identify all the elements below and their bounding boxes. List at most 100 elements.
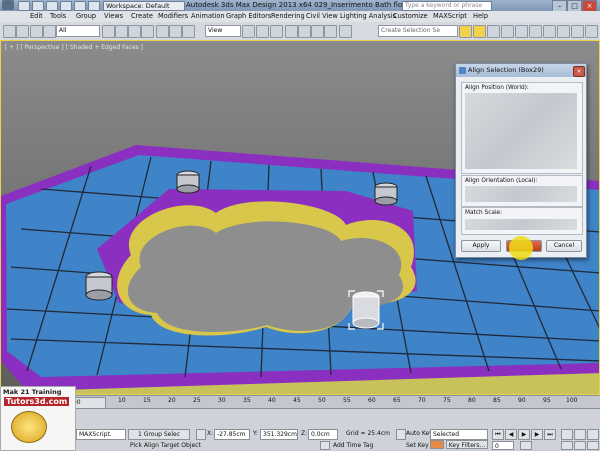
menu-group[interactable]: Group bbox=[76, 11, 96, 22]
z-coordinate-field[interactable]: 0.0cm bbox=[308, 429, 338, 440]
cancel-button[interactable]: Cancel bbox=[546, 240, 582, 252]
key-mode-dropdown[interactable]: Selected bbox=[430, 429, 488, 440]
align-icon[interactable] bbox=[473, 25, 486, 38]
schematic-view-icon[interactable] bbox=[529, 25, 542, 38]
menu-edit[interactable]: Edit bbox=[30, 11, 43, 22]
previous-frame-icon[interactable]: ◀ bbox=[505, 429, 517, 440]
new-file-icon[interactable] bbox=[18, 1, 30, 11]
select-object-icon[interactable] bbox=[102, 25, 115, 38]
window-crossing-icon[interactable] bbox=[141, 25, 154, 38]
cursor-highlight bbox=[509, 236, 533, 260]
menu-rendering[interactable]: Rendering bbox=[271, 11, 305, 22]
set-key-icon[interactable] bbox=[430, 440, 444, 449]
zoom-extents-icon[interactable] bbox=[587, 429, 599, 440]
project-folder-icon[interactable] bbox=[88, 1, 100, 11]
zoom-icon[interactable] bbox=[561, 429, 573, 440]
render-setup-icon[interactable] bbox=[557, 25, 570, 38]
render-production-icon[interactable] bbox=[585, 25, 598, 38]
rendered-frame-icon[interactable] bbox=[571, 25, 584, 38]
save-file-icon[interactable] bbox=[46, 1, 58, 11]
timeline-tick: 90 bbox=[518, 397, 526, 404]
edit-named-selection-icon[interactable] bbox=[339, 25, 352, 38]
go-to-start-icon[interactable]: ⏮ bbox=[492, 429, 504, 440]
lock-selection-icon[interactable] bbox=[196, 429, 206, 440]
select-move-icon[interactable] bbox=[156, 25, 169, 38]
curve-editor-icon[interactable] bbox=[515, 25, 528, 38]
pivot-center-icon[interactable] bbox=[242, 25, 255, 38]
menu-graph-editors[interactable]: Graph Editors bbox=[226, 11, 271, 22]
align-orientation-options[interactable] bbox=[465, 186, 577, 202]
status-bar: MAXScript. 1 Group Selec X: -27.85cm Y: … bbox=[0, 408, 600, 450]
timeline[interactable]: 0 / 100 10 15 20 25 30 35 40 45 50 55 60… bbox=[0, 395, 600, 409]
go-to-end-icon[interactable]: ⏭ bbox=[544, 429, 556, 440]
workspace-dropdown[interactable]: Workspace: Default bbox=[103, 1, 185, 11]
maxscript-listener[interactable]: MAXScript. bbox=[76, 429, 126, 440]
dialog-close-icon[interactable]: × bbox=[573, 66, 585, 77]
menu-customize[interactable]: Customize bbox=[393, 11, 428, 22]
title-bar: Workspace: Default Autodesk 3ds Max Desi… bbox=[0, 0, 600, 12]
align-selection-dialog: Align Selection (Box29) × Align Position… bbox=[455, 63, 587, 258]
selection-filter-dropdown[interactable]: All bbox=[56, 25, 100, 37]
select-scale-icon[interactable] bbox=[182, 25, 195, 38]
zoom-all-icon[interactable] bbox=[574, 429, 586, 440]
align-orientation-group: Align Orientation (Local): bbox=[461, 175, 583, 207]
app-logo-icon[interactable] bbox=[2, 0, 14, 10]
menu-lighting-analysis[interactable]: Lighting Analysis bbox=[340, 11, 396, 22]
add-time-tag[interactable]: Add Time Tag bbox=[333, 442, 373, 449]
key-filters-button[interactable]: Key Filters... bbox=[446, 440, 488, 449]
viewport-label[interactable]: [ + ] [ Perspective ] [ Shaded + Edged F… bbox=[5, 44, 143, 51]
y-coordinate-field[interactable]: 351.329cm bbox=[260, 429, 298, 440]
match-scale-label: Match Scale: bbox=[465, 210, 503, 216]
select-link-icon[interactable] bbox=[30, 25, 43, 38]
material-editor-icon[interactable] bbox=[543, 25, 556, 38]
select-by-name-icon[interactable] bbox=[115, 25, 128, 38]
menu-create[interactable]: Create bbox=[131, 11, 153, 22]
next-frame-icon[interactable]: ▶ bbox=[531, 429, 543, 440]
watermark-line1: Mak 21 Training bbox=[3, 388, 62, 396]
timeline-tick: 100 bbox=[566, 397, 578, 404]
search-input[interactable]: Type a keyword or phrase bbox=[402, 1, 492, 11]
grid-size: Grid = 25.4cm bbox=[346, 430, 390, 437]
timeline-tick: 40 bbox=[268, 397, 276, 404]
apply-button[interactable]: Apply bbox=[461, 240, 501, 252]
align-orientation-label: Align Orientation (Local): bbox=[465, 178, 538, 184]
align-position-options[interactable] bbox=[465, 93, 577, 169]
mirror-icon[interactable] bbox=[459, 25, 472, 38]
dialog-title-bar[interactable]: Align Selection (Box29) × bbox=[456, 64, 586, 77]
timeline-tick: 50 bbox=[318, 397, 326, 404]
manipulate-icon[interactable] bbox=[256, 25, 269, 38]
undo-icon[interactable] bbox=[3, 25, 16, 38]
percent-snap-icon[interactable] bbox=[311, 25, 324, 38]
key-mode-icon[interactable] bbox=[396, 429, 406, 440]
named-selection-input[interactable]: Create Selection Se bbox=[378, 25, 458, 37]
selection-region-icon[interactable] bbox=[128, 25, 141, 38]
timeline-tick: 80 bbox=[468, 397, 476, 404]
reference-coordinate-dropdown[interactable]: View bbox=[205, 25, 241, 37]
x-coordinate-field[interactable]: -27.85cm bbox=[214, 429, 250, 440]
snaps-toggle-icon[interactable] bbox=[285, 25, 298, 38]
menu-modifiers[interactable]: Modifiers bbox=[158, 11, 188, 22]
select-rotate-icon[interactable] bbox=[169, 25, 182, 38]
timeline-tick: 45 bbox=[293, 397, 301, 404]
menu-civil-view[interactable]: Civil View bbox=[306, 11, 338, 22]
open-file-icon[interactable] bbox=[32, 1, 44, 11]
set-key-button[interactable]: Set Key bbox=[406, 442, 429, 449]
match-scale-options[interactable] bbox=[465, 219, 577, 230]
menu-animation[interactable]: Animation bbox=[191, 11, 225, 22]
menu-tools[interactable]: Tools bbox=[50, 11, 66, 22]
undo-icon[interactable] bbox=[60, 1, 72, 11]
layer-manager-icon[interactable] bbox=[487, 25, 500, 38]
angle-snap-icon[interactable] bbox=[298, 25, 311, 38]
redo-icon[interactable] bbox=[16, 25, 29, 38]
menu-maxscript[interactable]: MAXScript bbox=[433, 11, 467, 22]
redo-icon[interactable] bbox=[74, 1, 86, 11]
menu-views[interactable]: Views bbox=[104, 11, 123, 22]
spinner-snap-icon[interactable] bbox=[324, 25, 337, 38]
keyboard-shortcut-icon[interactable] bbox=[270, 25, 283, 38]
menu-help[interactable]: Help bbox=[473, 11, 488, 22]
unlink-icon[interactable] bbox=[43, 25, 56, 38]
play-icon[interactable]: ▶ bbox=[518, 429, 530, 440]
x-label: X: bbox=[207, 430, 214, 437]
auto-key-button[interactable]: Auto Key bbox=[406, 430, 433, 437]
graphite-toggle-icon[interactable] bbox=[501, 25, 514, 38]
